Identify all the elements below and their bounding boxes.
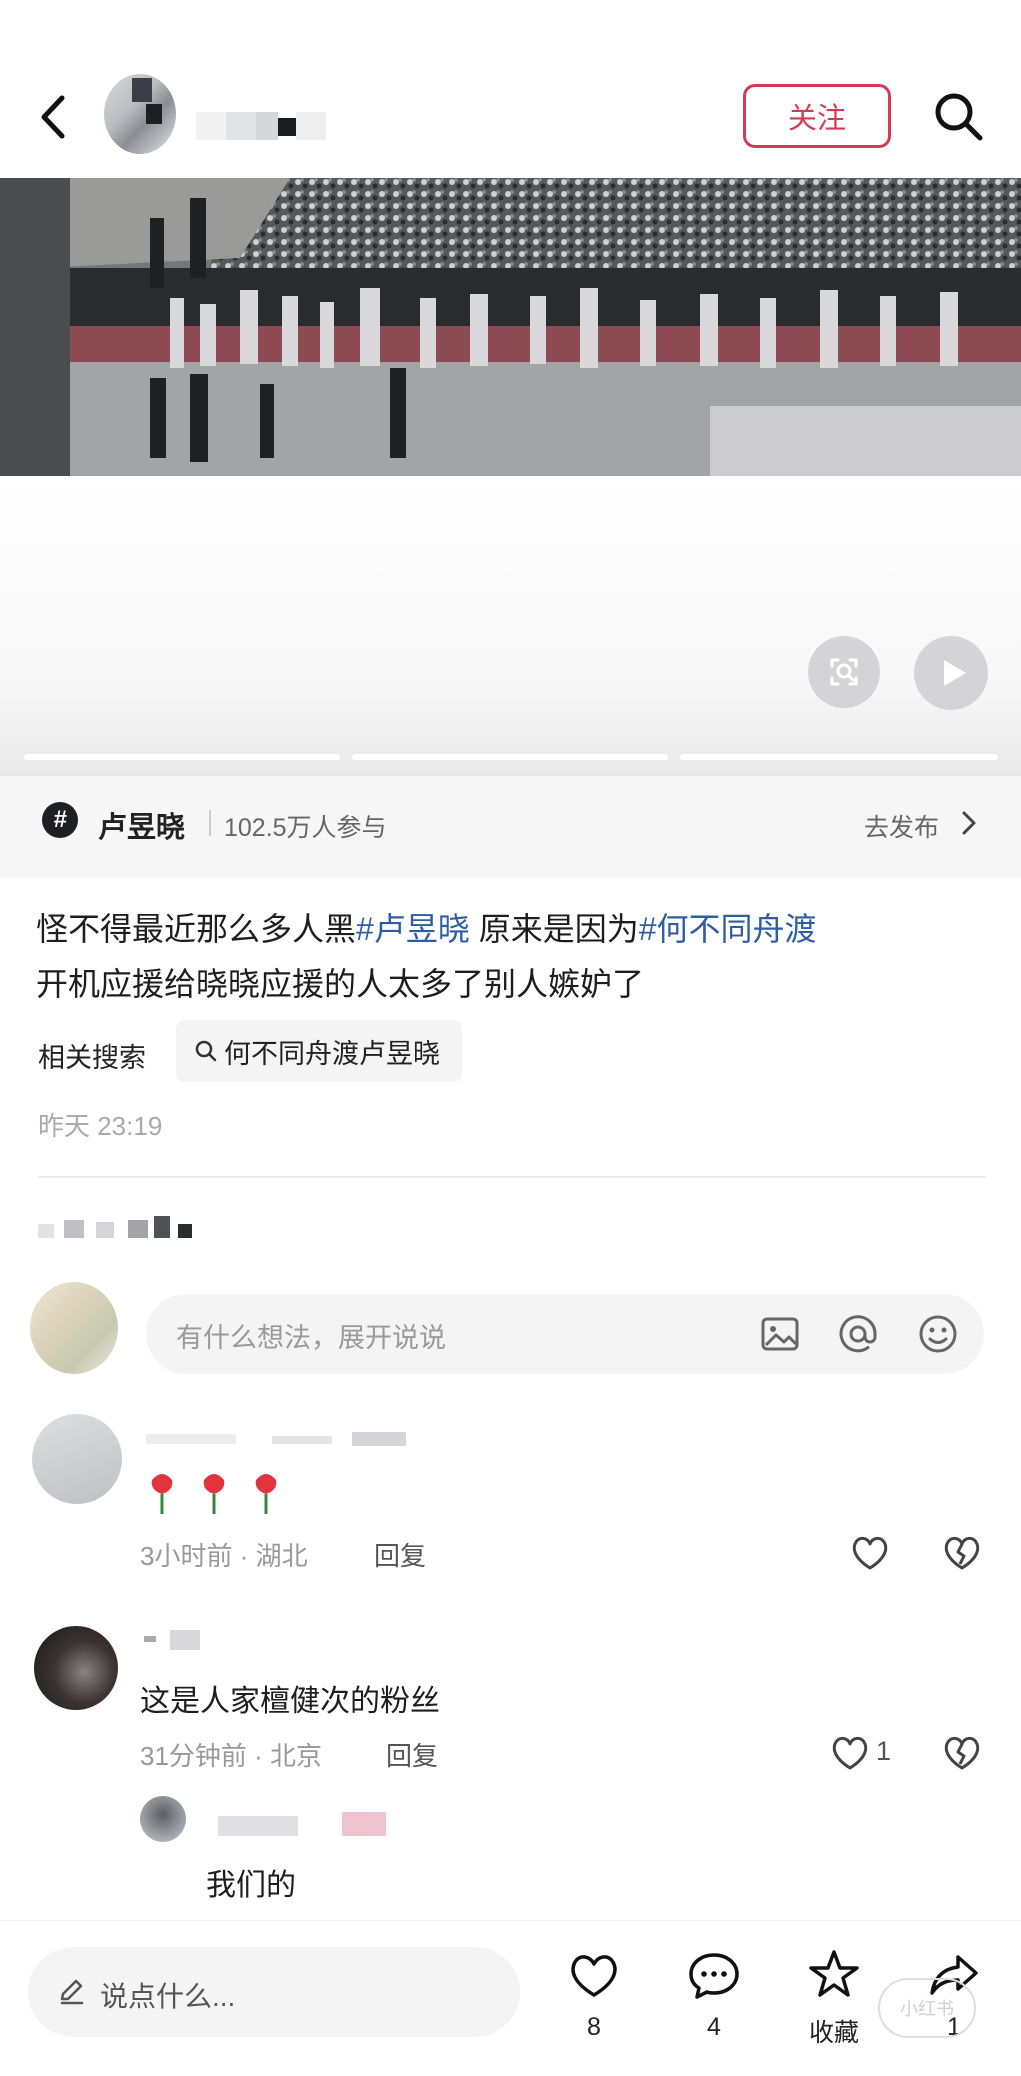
hashtag-link-1[interactable]: #卢昱晓 xyxy=(356,911,470,947)
media-progress-2 xyxy=(352,754,668,760)
crowd-photo xyxy=(0,178,1021,476)
comment-input-placeholder: 有什么想法，展开说说 xyxy=(176,1323,446,1353)
rose-emoji-icon xyxy=(255,1474,277,1514)
related-search-chip[interactable]: 何不同舟渡卢昱晓 xyxy=(176,1020,462,1082)
rose-emoji-icon xyxy=(151,1474,173,1514)
reply-text: 我们的 xyxy=(206,1869,296,1902)
collect-label: 收藏 xyxy=(808,2019,859,2047)
say-something-input[interactable]: 说点什么... xyxy=(28,1947,520,2037)
comment-avatar[interactable] xyxy=(34,1626,118,1710)
topic-bar[interactable]: # 卢昱晓 102.5万人参与 去发布 xyxy=(0,776,1021,878)
follow-button[interactable]: 关注 xyxy=(743,84,891,148)
author-name-blurred[interactable] xyxy=(196,112,326,142)
chevron-right-icon xyxy=(962,811,976,835)
media-progress-3 xyxy=(680,754,998,760)
post-text-3: 开机应援给晓晓应援的人太多了别人嫉妒了 xyxy=(36,966,645,1002)
pencil-icon xyxy=(60,1979,84,2005)
post-text-2: 原来是因为 xyxy=(469,911,639,947)
reply-button[interactable]: 回复 xyxy=(386,1736,438,1773)
comment-text: 这是人家檀健次的粉丝 xyxy=(140,1685,440,1718)
back-icon[interactable] xyxy=(34,92,74,142)
watermark-logo: 小红书 xyxy=(878,1978,976,2038)
comment-meta: 3小时前 · 湖北 xyxy=(140,1541,308,1571)
topic-separator xyxy=(209,810,211,836)
divider xyxy=(38,1176,986,1178)
reply-button[interactable]: 回复 xyxy=(374,1536,426,1573)
image-icon[interactable] xyxy=(758,1312,802,1356)
commenter-name-blurred[interactable] xyxy=(146,1428,406,1446)
like-count: 8 xyxy=(587,2013,601,2041)
comments-count-blurred xyxy=(38,1216,192,1238)
rose-emoji-icon xyxy=(203,1474,225,1514)
mention-icon[interactable] xyxy=(836,1312,880,1356)
star-collect-icon[interactable] xyxy=(806,1947,862,2003)
reply-avatar[interactable] xyxy=(140,1796,186,1842)
say-something-placeholder: 说点什么... xyxy=(100,1981,236,2012)
post-text-1: 怪不得最近那么多人黑 xyxy=(36,911,357,947)
play-icon[interactable] xyxy=(914,636,988,710)
like-count: 1 xyxy=(876,1736,892,1766)
post-time: 昨天 23:19 xyxy=(38,1111,163,1141)
topic-name: 卢昱晓 xyxy=(98,812,186,844)
topic-publish-link[interactable]: 去发布 xyxy=(864,808,939,844)
author-avatar[interactable] xyxy=(104,74,176,154)
header: 关注 xyxy=(0,0,1021,178)
replier-name-blurred[interactable] xyxy=(218,1812,386,1836)
scan-image-icon[interactable] xyxy=(808,636,880,708)
bottom-action-bar: 说点什么... 8 4 收藏 1 xyxy=(0,1920,1021,2076)
post-body: 怪不得最近那么多人黑#卢昱晓 原来是因为#何不同舟渡 开机应援给晓晓应援的人太多… xyxy=(36,902,986,1012)
comment-bubble-icon[interactable] xyxy=(686,1947,742,2003)
search-icon xyxy=(195,1040,217,1062)
comment-input[interactable]: 有什么想法，展开说说 xyxy=(146,1294,984,1374)
commenter-name-blurred[interactable] xyxy=(144,1630,200,1650)
hashtag-icon: # xyxy=(42,802,78,838)
emoji-icon[interactable] xyxy=(916,1312,960,1356)
media-progress-1 xyxy=(24,754,340,760)
post-media[interactable] xyxy=(0,178,1021,776)
heart-icon[interactable] xyxy=(850,1534,890,1572)
my-avatar xyxy=(30,1282,118,1374)
comment-count: 4 xyxy=(707,2013,721,2041)
topic-participants: 102.5万人参与 xyxy=(224,814,387,842)
comment-avatar[interactable] xyxy=(32,1414,122,1504)
heart-icon[interactable] xyxy=(830,1734,870,1772)
search-icon[interactable] xyxy=(932,90,986,144)
related-search-query: 何不同舟渡卢昱晓 xyxy=(224,1038,440,1069)
dislike-icon[interactable] xyxy=(942,1534,982,1572)
comment-meta: 31分钟前 · 北京 xyxy=(140,1741,323,1771)
dislike-icon[interactable] xyxy=(942,1734,982,1772)
hashtag-link-2[interactable]: #何不同舟渡 xyxy=(639,911,817,947)
like-heart-icon[interactable] xyxy=(566,1947,622,2003)
media-blank-area xyxy=(0,476,1021,776)
related-search-label: 相关搜索 xyxy=(38,1043,146,1073)
